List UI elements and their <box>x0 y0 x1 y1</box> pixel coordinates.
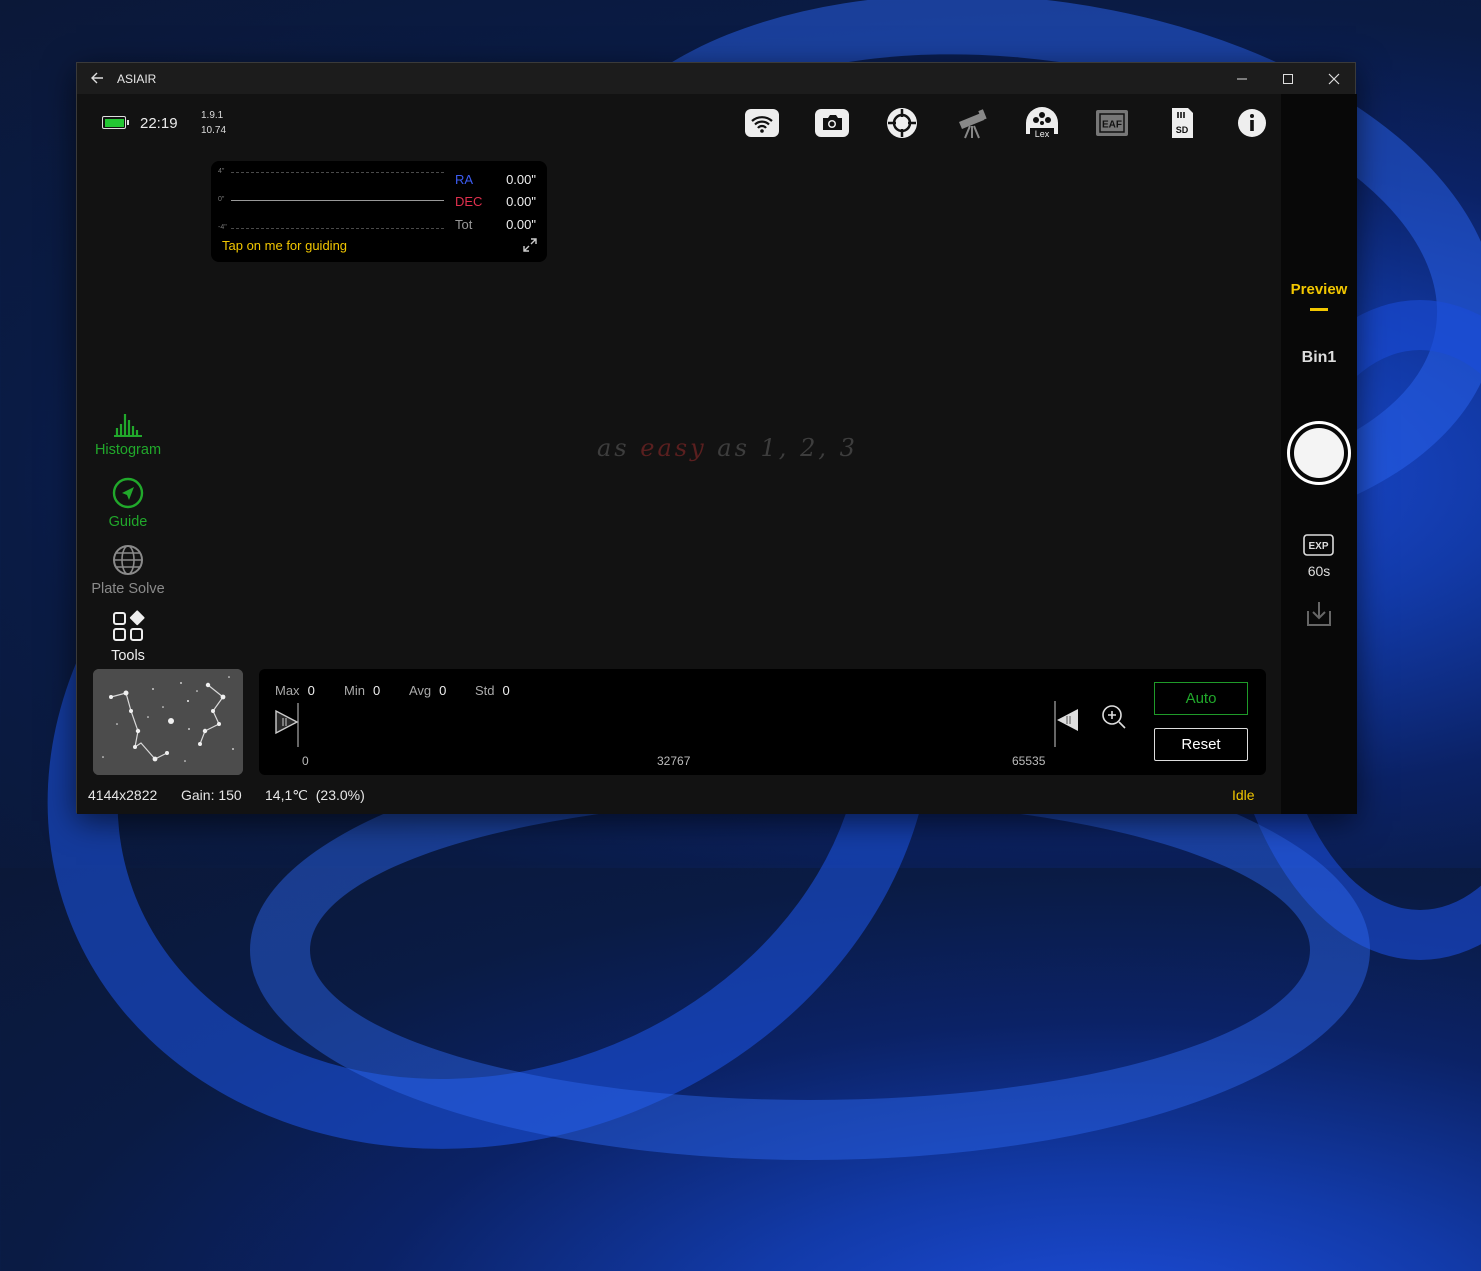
guide-graph-panel[interactable]: 4" 0" -4" RA 0.00" DEC 0.00" Tot 0.00" T… <box>211 161 547 262</box>
gain-readout: Gain: 150 <box>181 787 242 803</box>
temperature-readout: 14,1℃ (23.0%) <box>265 787 365 803</box>
dec-value: 0.00" <box>506 194 536 209</box>
exposure-icon[interactable]: EXP <box>1303 534 1334 556</box>
wifi-icon[interactable] <box>744 106 780 140</box>
preview-mode-tab[interactable]: Preview <box>1281 281 1357 298</box>
histogram-tool[interactable]: Histogram <box>77 412 179 458</box>
tools-label: Tools <box>111 648 145 664</box>
histogram-icon <box>114 414 142 437</box>
max-stat: Max 0 <box>275 683 315 698</box>
capture-state: Idle <box>1232 787 1255 803</box>
camera-icon[interactable] <box>814 106 850 140</box>
axis-mid-label: 32767 <box>657 754 691 768</box>
reset-button[interactable]: Reset <box>1154 728 1248 761</box>
back-arrow-icon[interactable] <box>87 68 107 88</box>
info-icon[interactable] <box>1234 106 1270 140</box>
resolution-readout: 4144x2822 <box>88 787 158 803</box>
sd-label: SD <box>1176 125 1189 135</box>
title-bar: ASIAIR <box>77 63 1355 94</box>
filter-wheel-icon[interactable]: Lex <box>1024 106 1060 140</box>
guide-tool[interactable]: Guide <box>77 476 179 530</box>
globe-icon <box>113 545 143 575</box>
tools-tool[interactable]: Tools <box>77 610 179 664</box>
guide-compass-icon <box>112 477 144 509</box>
sd-card-icon[interactable]: SD <box>1164 106 1200 140</box>
battery-icon <box>102 116 129 129</box>
watermark-slogan: as easy as 1, 2, 3 <box>597 434 858 462</box>
bin-setting[interactable]: Bin1 <box>1281 349 1357 367</box>
avg-stat: Avg 0 <box>409 683 447 698</box>
telescope-icon[interactable] <box>954 106 990 140</box>
guiding-hint[interactable]: Tap on me for guiding <box>222 238 347 253</box>
graph-gridline <box>231 172 444 173</box>
histogram-label: Histogram <box>94 442 162 458</box>
sky-thumbnail[interactable] <box>93 669 243 775</box>
ra-value: 0.00" <box>506 172 536 187</box>
version-app: 1.9.1 <box>201 110 224 121</box>
download-icon[interactable] <box>1304 599 1334 629</box>
axis-min-label: 0 <box>302 754 309 768</box>
graph-tick-top: 4" <box>218 168 225 175</box>
graph-tick-bottom: -4" <box>218 224 227 231</box>
guide-scope-icon[interactable] <box>884 106 920 140</box>
eaf-icon[interactable]: EAF <box>1094 106 1130 140</box>
graph-zero-line <box>231 200 444 201</box>
graph-tick-zero: 0" <box>218 196 225 203</box>
axis-max-label: 65535 <box>1012 754 1046 768</box>
version-firmware: 10.74 <box>201 125 227 136</box>
exposure-icon-label: EXP <box>1308 541 1328 552</box>
eaf-label: EAF <box>1102 120 1122 131</box>
plate-solve-label: Plate Solve <box>91 581 165 597</box>
ra-label: RA <box>455 172 474 187</box>
white-point-slider-handle[interactable] <box>1051 699 1081 747</box>
app-window: ASIAIR 22:19 1.9.1 10.74 Lex EAF SD 4" 0… <box>76 62 1357 814</box>
guide-label: Guide <box>108 514 148 530</box>
grid-apps-icon <box>113 610 145 641</box>
filter-wheel-label: Lex <box>1035 129 1050 139</box>
expand-icon[interactable] <box>522 237 538 253</box>
auto-stretch-button[interactable]: Auto <box>1154 682 1248 715</box>
dec-label: DEC <box>455 194 483 209</box>
histogram-panel: Max 0 Min 0 Avg 0 Std 0 0 32767 65535 Auto <box>259 669 1266 775</box>
std-stat: Std 0 <box>475 683 510 698</box>
shutter-button[interactable] <box>1287 421 1351 485</box>
preview-tab-underline <box>1310 308 1328 311</box>
minimize-button[interactable] <box>1219 63 1265 94</box>
graph-gridline <box>231 228 444 229</box>
tot-label: Tot <box>455 217 473 232</box>
close-button[interactable] <box>1311 63 1357 94</box>
app-content: 22:19 1.9.1 10.74 Lex EAF SD 4" 0" -4" R… <box>77 94 1357 814</box>
min-stat: Min 0 <box>344 683 381 698</box>
exposure-value[interactable]: 60s <box>1281 563 1357 579</box>
tot-value: 0.00" <box>506 217 536 232</box>
zoom-in-icon[interactable] <box>1101 704 1127 730</box>
black-point-slider-handle[interactable] <box>273 703 303 747</box>
window-title: ASIAIR <box>117 72 157 86</box>
maximize-button[interactable] <box>1265 63 1311 94</box>
plate-solve-tool[interactable]: Plate Solve <box>77 543 179 597</box>
clock: 22:19 <box>140 115 178 132</box>
